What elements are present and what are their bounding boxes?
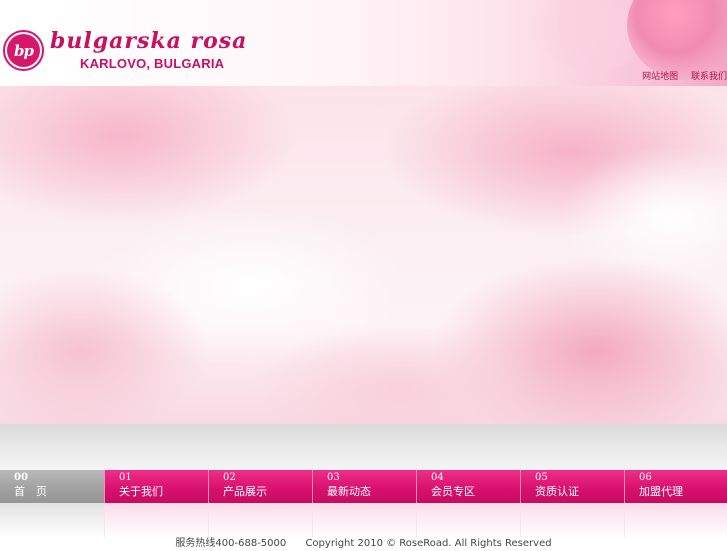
nav-item-label: 关于我们 bbox=[119, 485, 163, 498]
nav-item-certification[interactable]: 05 资质认证 bbox=[520, 470, 624, 503]
nav-item-number: 00 bbox=[14, 472, 28, 483]
nav-item-number: 01 bbox=[119, 472, 132, 483]
nav-item-number: 04 bbox=[431, 472, 444, 483]
footer: 服务热线400-688-5000 Copyright 2010 © RoseRo… bbox=[0, 537, 727, 551]
logo-mark-text: bp bbox=[7, 34, 40, 67]
footer-copyright: Copyright 2010 © RoseRoad. All Rights Re… bbox=[305, 538, 552, 549]
nav-item-number: 06 bbox=[639, 472, 652, 483]
header: bp bulgarska rosa KARLOVO, BULGARIA 网站地图… bbox=[0, 0, 727, 86]
nav-item-news[interactable]: 03 最新动态 bbox=[312, 470, 416, 503]
nav-item-label: 加盟代理 bbox=[639, 485, 683, 498]
nav-item-number: 03 bbox=[327, 472, 340, 483]
nav-reflection-cell bbox=[416, 503, 520, 537]
nav-reflection-cell bbox=[208, 503, 312, 537]
nav-item-about[interactable]: 01 关于我们 bbox=[104, 470, 208, 503]
nav-item-label: 产品展示 bbox=[223, 485, 267, 498]
nav-reflection-cell bbox=[104, 503, 208, 537]
nav-reflection bbox=[0, 503, 727, 537]
main-nav: 00 首 页 01 关于我们 02 产品展示 03 最新动态 04 会员专区 0… bbox=[0, 470, 727, 503]
nav-item-products[interactable]: 02 产品展示 bbox=[208, 470, 312, 503]
nav-reflection-cell bbox=[520, 503, 624, 537]
logo-location: KARLOVO, BULGARIA bbox=[80, 56, 225, 71]
nav-item-number: 05 bbox=[535, 472, 548, 483]
logo-wordmark[interactable]: bulgarska rosa bbox=[50, 28, 247, 54]
top-links: 网站地图 联系我们 bbox=[632, 69, 727, 82]
sitemap-link[interactable]: 网站地图 bbox=[642, 72, 678, 82]
nav-item-label: 首 页 bbox=[14, 485, 47, 498]
nav-item-members[interactable]: 04 会员专区 bbox=[416, 470, 520, 503]
banner-petal bbox=[0, 86, 300, 226]
nav-reflection-cell bbox=[312, 503, 416, 537]
nav-reflection-cell bbox=[0, 503, 104, 537]
nav-item-label: 最新动态 bbox=[327, 485, 371, 498]
logo-mark[interactable]: bp bbox=[3, 30, 44, 71]
header-rose-decoration bbox=[627, 0, 727, 80]
nav-item-home[interactable]: 00 首 页 bbox=[0, 470, 104, 503]
nav-item-number: 02 bbox=[223, 472, 236, 483]
nav-reflection-cell bbox=[624, 503, 727, 537]
contact-link[interactable]: 联系我们 bbox=[691, 72, 727, 82]
footer-hotline: 服务热线400-688-5000 bbox=[175, 538, 287, 549]
hero-banner bbox=[0, 86, 727, 424]
nav-item-label: 会员专区 bbox=[431, 485, 475, 498]
nav-item-franchise[interactable]: 06 加盟代理 bbox=[624, 470, 727, 503]
nav-item-label: 资质认证 bbox=[535, 485, 579, 498]
divider-band bbox=[0, 424, 727, 470]
